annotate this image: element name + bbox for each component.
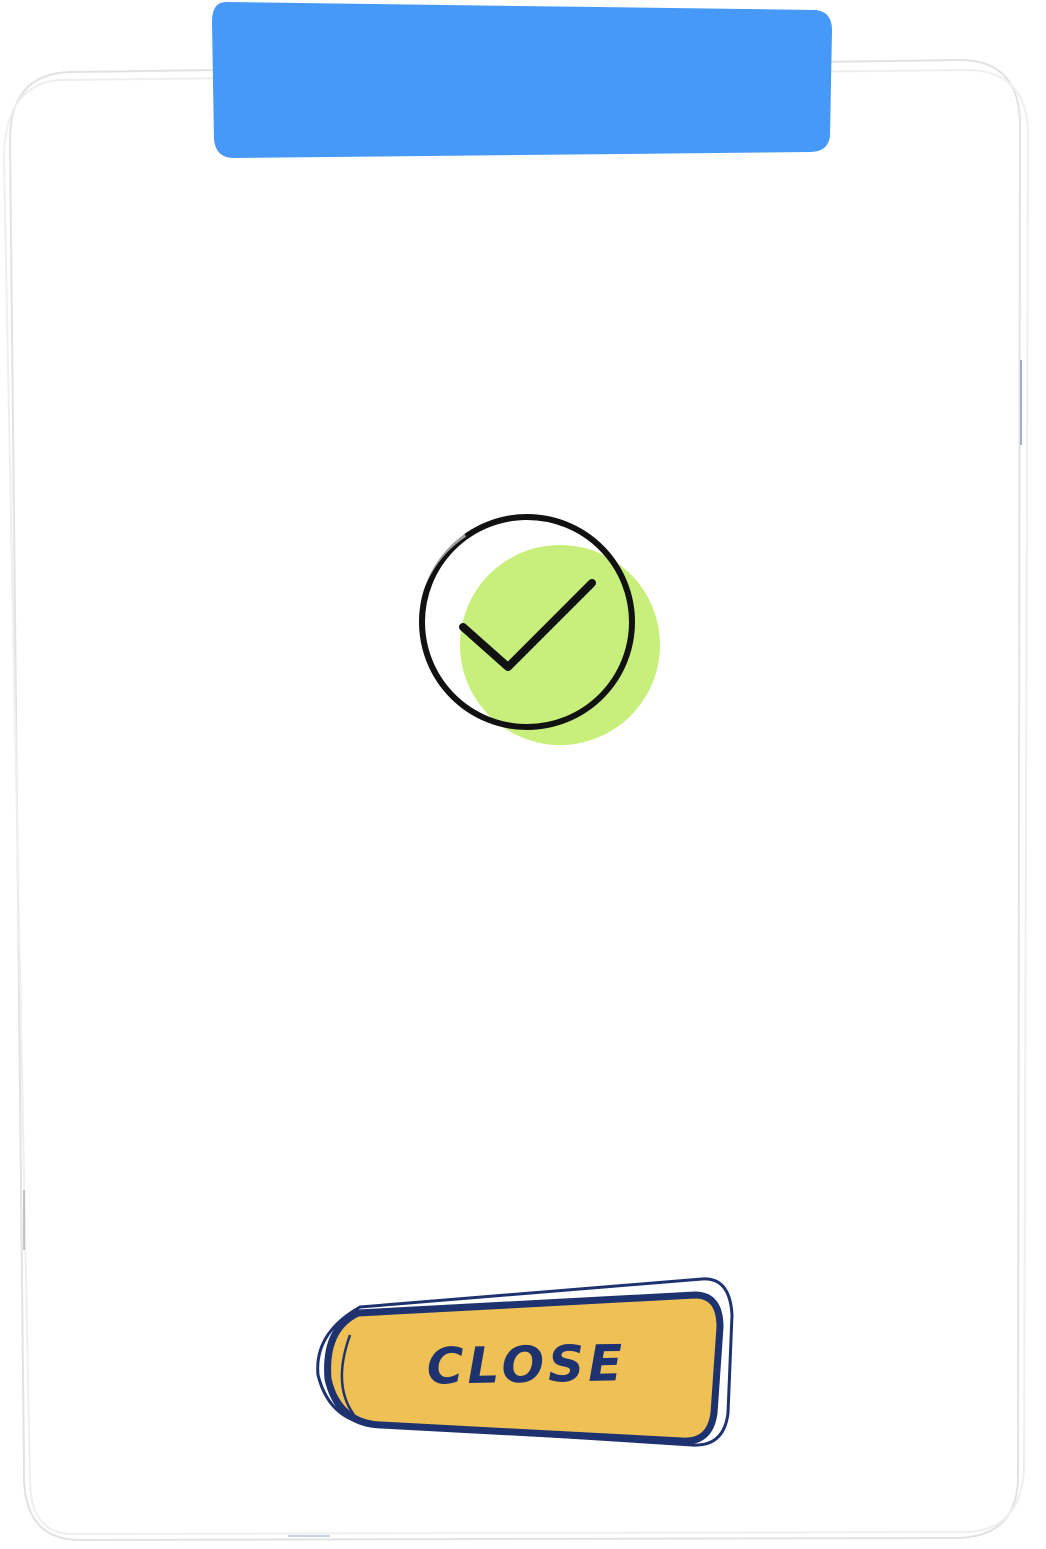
dialog-header-tab	[212, 2, 832, 158]
close-button-label: CLOSE	[426, 1334, 627, 1396]
check-circle-icon	[413, 514, 660, 745]
close-button[interactable]: CLOSE	[310, 1275, 735, 1455]
